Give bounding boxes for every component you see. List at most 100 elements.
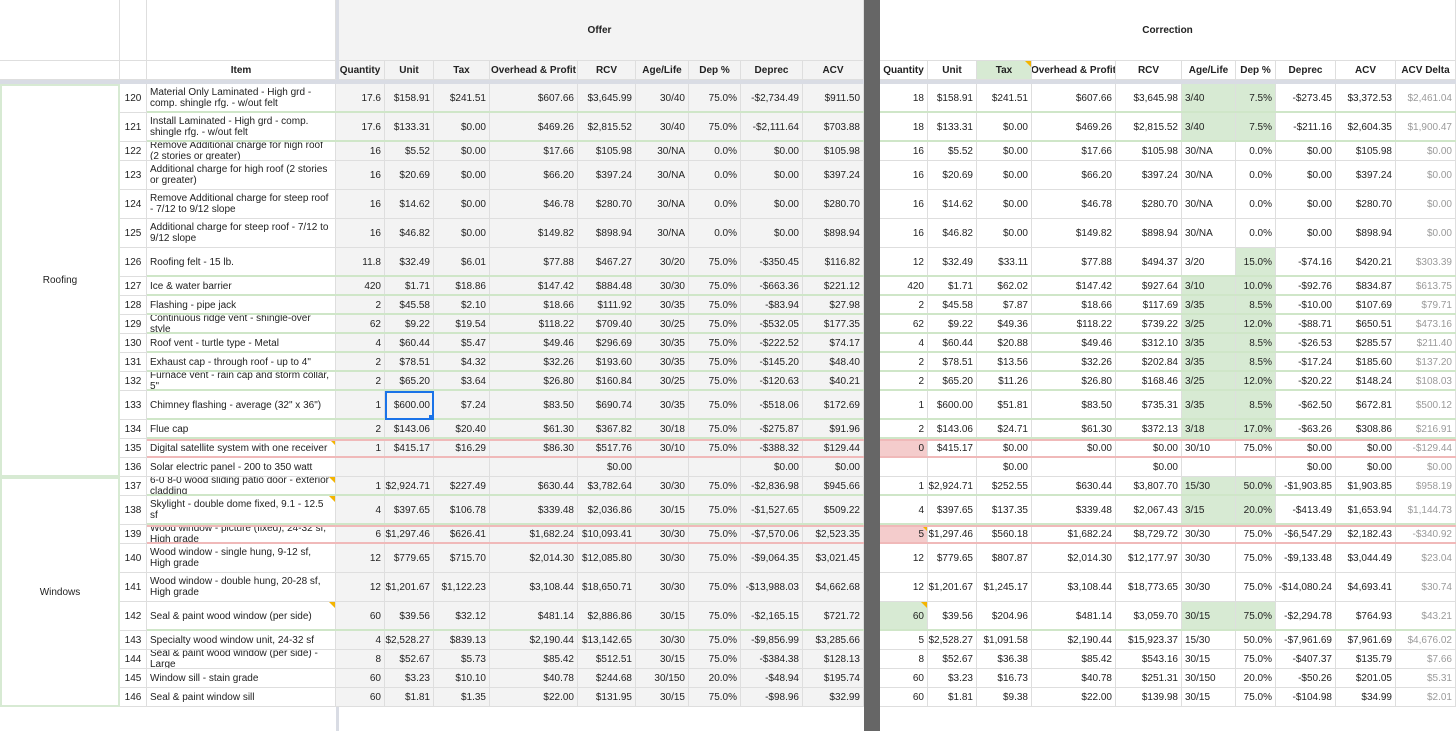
offer-cell[interactable]: $105.98	[578, 142, 636, 161]
header-cell[interactable]	[120, 61, 147, 80]
correction-cell[interactable]: 18	[880, 113, 928, 142]
correction-cell[interactable]: $280.70	[1336, 190, 1396, 219]
offer-cell[interactable]: $32.12	[434, 602, 490, 631]
correction-cell[interactable]: 60	[880, 688, 928, 707]
column-header-offer-4[interactable]: RCV	[578, 61, 636, 80]
offer-cell[interactable]: $0.00	[741, 458, 803, 477]
correction-cell[interactable]: $7.66	[1396, 650, 1456, 669]
row-number[interactable]: 143	[120, 631, 147, 650]
item-description[interactable]: Wood window - double hung, 20-28 sf, Hig…	[147, 573, 336, 602]
offer-cell[interactable]: $1,201.67	[385, 573, 434, 602]
correction-cell[interactable]: $0.00	[977, 458, 1032, 477]
offer-cell[interactable]: -$2,734.49	[741, 84, 803, 113]
offer-cell[interactable]: $0.00	[803, 458, 864, 477]
offer-cell[interactable]: 75.0%	[689, 544, 741, 573]
section-title-offer[interactable]: Offer	[336, 0, 864, 61]
correction-cell[interactable]: $1,091.58	[977, 631, 1032, 650]
correction-cell[interactable]: $3,645.98	[1116, 84, 1182, 113]
item-description[interactable]: Material Only Laminated - High grd - com…	[147, 84, 336, 113]
offer-cell[interactable]: $14.62	[385, 190, 434, 219]
correction-cell[interactable]: -$14,080.24	[1276, 573, 1336, 602]
row-number[interactable]: 132	[120, 372, 147, 391]
offer-cell[interactable]: $1.81	[385, 688, 434, 707]
correction-cell[interactable]: $0.00	[1116, 458, 1182, 477]
correction-cell[interactable]: $1.81	[928, 688, 977, 707]
offer-cell[interactable]: $0.00	[434, 219, 490, 248]
offer-cell[interactable]: 30/15	[636, 650, 689, 669]
row-number[interactable]: 123	[120, 161, 147, 190]
correction-cell[interactable]: $39.56	[928, 602, 977, 631]
column-header-correction-1[interactable]: Unit	[928, 61, 977, 80]
offer-cell[interactable]: $149.82	[490, 219, 578, 248]
correction-cell[interactable]: $898.94	[1336, 219, 1396, 248]
correction-cell[interactable]: $2,815.52	[1116, 113, 1182, 142]
correction-cell[interactable]: $52.67	[928, 650, 977, 669]
correction-cell[interactable]: 18	[880, 84, 928, 113]
correction-cell[interactable]: $85.42	[1032, 650, 1116, 669]
correction-cell[interactable]: $397.65	[928, 496, 977, 525]
offer-cell[interactable]: $0.00	[741, 161, 803, 190]
correction-cell[interactable]: 3/15	[1182, 496, 1236, 525]
correction-cell[interactable]: 30/NA	[1182, 161, 1236, 190]
offer-cell[interactable]	[434, 458, 490, 477]
correction-cell[interactable]: $672.81	[1336, 391, 1396, 420]
offer-cell[interactable]: $83.50	[490, 391, 578, 420]
correction-cell[interactable]: 1	[880, 391, 928, 420]
offer-cell[interactable]: $241.51	[434, 84, 490, 113]
row-number[interactable]: 120	[120, 84, 147, 113]
correction-cell[interactable]: $105.98	[1116, 142, 1182, 161]
offer-cell[interactable]: $158.91	[385, 84, 434, 113]
offer-cell[interactable]: $77.88	[490, 248, 578, 277]
offer-cell[interactable]: $0.00	[741, 219, 803, 248]
offer-cell[interactable]: -$518.06	[741, 391, 803, 420]
offer-cell[interactable]: $715.70	[434, 544, 490, 573]
correction-cell[interactable]: 30/15	[1182, 650, 1236, 669]
offer-cell[interactable]: $1,122.23	[434, 573, 490, 602]
correction-cell[interactable]: 3/40	[1182, 84, 1236, 113]
correction-cell[interactable]: $1,653.94	[1336, 496, 1396, 525]
correction-cell[interactable]: $898.94	[1116, 219, 1182, 248]
offer-cell[interactable]: $898.94	[803, 219, 864, 248]
column-header-offer-1[interactable]: Unit	[385, 61, 434, 80]
offer-cell[interactable]: $172.69	[803, 391, 864, 420]
offer-cell[interactable]: $40.78	[490, 669, 578, 688]
correction-cell[interactable]: 16	[880, 219, 928, 248]
correction-cell[interactable]: -$62.50	[1276, 391, 1336, 420]
correction-cell[interactable]: 75.0%	[1236, 544, 1276, 573]
item-description[interactable]: Install Laminated - High grd - comp. shi…	[147, 113, 336, 142]
row-number[interactable]: 145	[120, 669, 147, 688]
offer-cell[interactable]: $3,645.99	[578, 84, 636, 113]
correction-cell[interactable]: $251.31	[1116, 669, 1182, 688]
item-description[interactable]: Seal & paint window sill	[147, 688, 336, 707]
correction-cell[interactable]: $0.00	[977, 161, 1032, 190]
item-description[interactable]: Specialty wood window unit, 24-32 sf	[147, 631, 336, 650]
column-header-offer-6[interactable]: Dep %	[689, 61, 741, 80]
item-description[interactable]: Window sill - stain grade	[147, 669, 336, 688]
correction-cell[interactable]: $3.23	[928, 669, 977, 688]
offer-cell[interactable]: -$13,988.03	[741, 573, 803, 602]
correction-cell[interactable]: $0.00	[977, 142, 1032, 161]
offer-cell[interactable]: -$350.45	[741, 248, 803, 277]
item-description[interactable]: Additional charge for steep roof - 7/12 …	[147, 219, 336, 248]
correction-cell[interactable]: $543.16	[1116, 650, 1182, 669]
correction-cell[interactable]: -$273.45	[1276, 84, 1336, 113]
offer-cell[interactable]: $2,036.86	[578, 496, 636, 525]
offer-cell[interactable]: $339.48	[490, 496, 578, 525]
offer-cell[interactable]: 75.0%	[689, 631, 741, 650]
row-number[interactable]: 138	[120, 496, 147, 525]
offer-cell[interactable]: 17.6	[336, 113, 385, 142]
offer-cell[interactable]: 30/NA	[636, 190, 689, 219]
offer-cell[interactable]: 30/20	[636, 248, 689, 277]
offer-cell[interactable]: $3,285.66	[803, 631, 864, 650]
offer-cell[interactable]	[385, 458, 434, 477]
item-description[interactable]: Skylight - double dome fixed, 9.1 - 12.5…	[147, 496, 336, 525]
correction-cell[interactable]: 3/40	[1182, 113, 1236, 142]
correction-cell[interactable]: 8.5%	[1236, 391, 1276, 420]
correction-cell[interactable]: $77.88	[1032, 248, 1116, 277]
column-header-correction-9[interactable]: ACV Delta	[1396, 61, 1456, 80]
correction-cell[interactable]: $4,693.41	[1336, 573, 1396, 602]
row-number[interactable]: 134	[120, 420, 147, 439]
correction-cell[interactable]	[1182, 458, 1236, 477]
offer-cell[interactable]: $22.00	[490, 688, 578, 707]
correction-cell[interactable]: $43.21	[1396, 602, 1456, 631]
